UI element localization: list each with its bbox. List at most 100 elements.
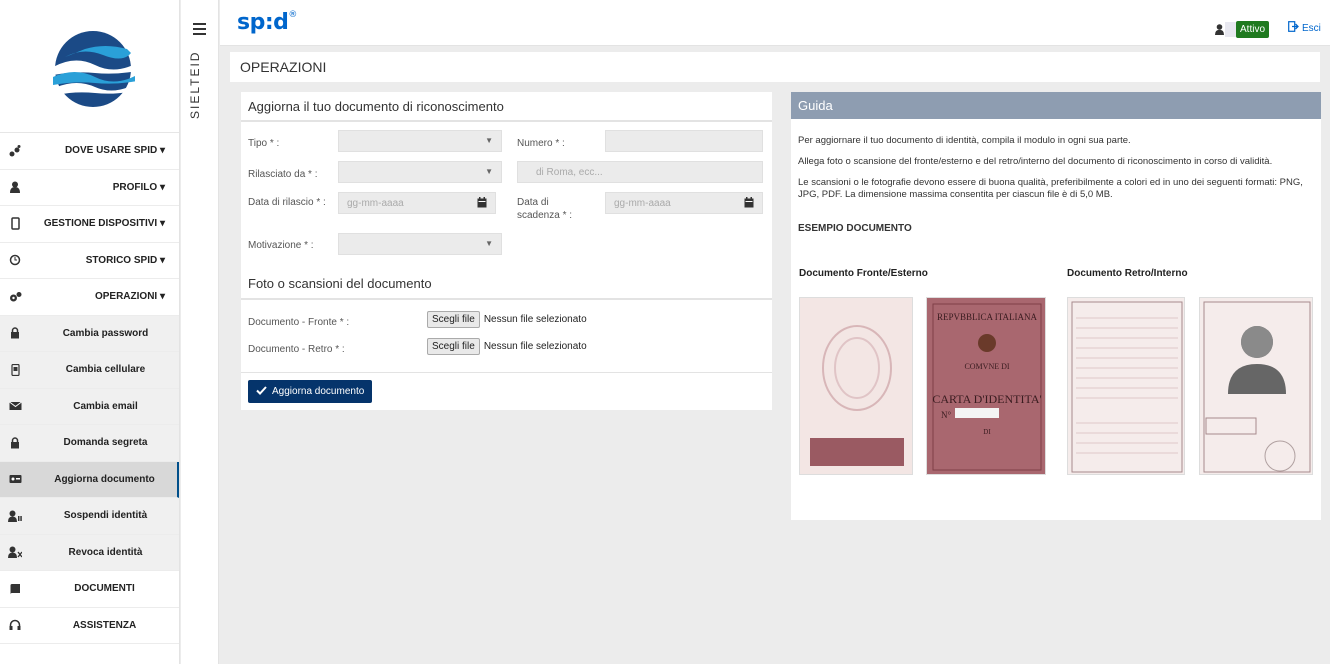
menu-storico-spid[interactable]: STORICO SPID ▾ [0, 243, 179, 279]
sielteid-label: SIELTEID [188, 50, 202, 120]
calendar-icon[interactable] [477, 197, 487, 211]
logout-label: Esci [1302, 22, 1321, 34]
retro-file-input[interactable]: Scegli file Nessun file selezionato [427, 338, 587, 355]
user-icon [1215, 24, 1224, 38]
menu-label: Cambia cellulare [65, 364, 146, 376]
mobile-icon [0, 217, 30, 230]
id-card-icon [0, 474, 30, 484]
menu-label: DOVE USARE SPID ▾ [64, 145, 165, 157]
example-back-right-image [1199, 297, 1313, 475]
menu-cambia-password[interactable]: Cambia password [0, 315, 179, 352]
menu-dove-usare-spid[interactable]: DOVE USARE SPID ▾ [0, 133, 179, 170]
headset-icon [0, 619, 30, 631]
menu-label: Aggiorna documento [54, 473, 155, 485]
gears-icon [0, 291, 30, 303]
choose-file-button[interactable]: Scegli file [427, 338, 480, 355]
example-title: ESEMPIO DOCUMENTO [798, 223, 912, 234]
main-menu: DOVE USARE SPID ▾ PROFILO ▾ GESTIONE DIS… [0, 132, 179, 644]
example-front-outer-image [799, 297, 913, 475]
caret-down-icon: ▼ [485, 136, 493, 145]
submit-label: Aggiorna documento [272, 386, 365, 397]
date-placeholder: gg-mm-aaaa [347, 197, 404, 209]
menu-documenti[interactable]: DOCUMENTI [0, 571, 179, 608]
menu-label: ASSISTENZA [72, 619, 137, 631]
card-title-text: CARTA D'IDENTITA' [932, 392, 1042, 406]
card-comune-text: COMVNE DI [964, 362, 1010, 371]
motivazione-label: Motivazione * : [248, 240, 314, 251]
rilasciato-input[interactable]: di Roma, ecc... [517, 161, 763, 183]
data-scadenza-input[interactable]: gg-mm-aaaa [605, 192, 763, 214]
aggiorna-documento-button[interactable]: Aggiorna documento [248, 380, 373, 403]
vertical-strip: SIELTEID [181, 0, 219, 664]
menu-label: Sospendi identità [63, 510, 148, 522]
spid-logo[interactable]: sp:d® [237, 10, 297, 35]
photo-section-title: Foto o scansioni del documento [241, 276, 772, 300]
guide-title: Guida [791, 92, 1321, 119]
mail-icon [0, 401, 30, 411]
user-x-icon [0, 546, 30, 559]
caret-down-icon: ▼ [485, 239, 493, 248]
menu-label: OPERAZIONI ▾ [94, 291, 165, 303]
user-icon [0, 181, 30, 194]
lock-icon [0, 327, 30, 339]
numero-label: Numero * : [517, 138, 565, 149]
example-back-left-image [1067, 297, 1185, 475]
menu-aggiorna-documento[interactable]: Aggiorna documento [0, 461, 179, 498]
data-rilascio-input[interactable]: gg-mm-aaaa [338, 192, 496, 214]
card-number-text: N° [941, 410, 952, 420]
status-badge: Attivo [1236, 21, 1270, 38]
menu-cambia-cellulare[interactable]: Cambia cellulare [0, 352, 179, 389]
menu-gestione-dispositivi[interactable]: GESTIONE DISPOSITIVI ▾ [0, 206, 179, 243]
retro-label: Documento - Retro * : [248, 344, 345, 355]
rilasciato-select[interactable]: ▼ [338, 161, 502, 183]
phone-icon [0, 363, 30, 376]
menu-revoca-identita[interactable]: Revoca identità [0, 534, 179, 571]
menu-label: Revoca identità [68, 546, 143, 558]
example-front-inner-image: REPVBBLICA ITALIANA COMVNE DI CARTA D'ID… [926, 297, 1046, 475]
menu-label: PROFILO ▾ [112, 181, 165, 193]
dots-icon [0, 144, 30, 157]
calendar-icon[interactable] [744, 197, 754, 211]
divider [241, 372, 772, 373]
rilasciato-placeholder: di Roma, ecc... [536, 166, 603, 178]
menu-label: Domanda segreta [63, 437, 148, 449]
guide-text-1: Per aggiornare il tuo documento di ident… [798, 135, 1131, 146]
choose-file-button[interactable]: Scegli file [427, 311, 480, 328]
motivazione-select[interactable]: ▼ [338, 233, 502, 255]
data-rilascio-label: Data di rilascio * : [248, 197, 326, 208]
file-status: Nessun file selezionato [483, 341, 587, 352]
card-di-text: DI [983, 428, 991, 436]
menu-profilo[interactable]: PROFILO ▾ [0, 170, 179, 206]
form-title: Aggiorna il tuo documento di riconoscime… [241, 92, 772, 122]
numero-input[interactable] [605, 130, 763, 152]
menu-label: STORICO SPID ▾ [85, 254, 165, 266]
user-pause-icon [0, 510, 30, 522]
menu-sospendi-identita[interactable]: Sospendi identità [0, 498, 179, 535]
menu-operazioni[interactable]: OPERAZIONI ▾ [0, 279, 179, 316]
tipo-select[interactable]: ▼ [338, 130, 502, 152]
guide-text-3: Le scansioni o le fotografie devono esse… [798, 177, 1303, 200]
menu-assistenza[interactable]: ASSISTENZA [0, 608, 179, 644]
hamburger-icon[interactable] [193, 23, 206, 38]
tipo-label: Tipo * : [248, 138, 280, 149]
logo [0, 0, 179, 132]
page-title: OPERAZIONI [230, 52, 1320, 82]
menu-label: DOCUMENTI [74, 583, 135, 595]
menu-cambia-email[interactable]: Cambia email [0, 388, 179, 425]
guide-text-2: Allega foto o scansione del fronte/ester… [798, 156, 1273, 167]
check-icon [256, 385, 267, 398]
app-root: DOVE USARE SPID ▾ PROFILO ▾ GESTIONE DIS… [0, 0, 1330, 664]
topbar: sp:d® Attivo Esci [220, 0, 1330, 46]
menu-domanda-segreta[interactable]: Domanda segreta [0, 425, 179, 462]
menu-label: Cambia password [62, 327, 149, 339]
back-caption: Documento Retro/Interno [1067, 268, 1188, 279]
guide-panel: Guida Per aggiornare il tuo documento di… [791, 92, 1321, 520]
sidebar: DOVE USARE SPID ▾ PROFILO ▾ GESTIONE DIS… [0, 0, 180, 664]
file-status: Nessun file selezionato [483, 314, 587, 325]
logout-link[interactable]: Esci [1288, 21, 1321, 35]
fronte-label: Documento - Fronte * : [248, 317, 350, 328]
fronte-file-input[interactable]: Scegli file Nessun file selezionato [427, 311, 587, 328]
document-form: Aggiorna il tuo documento di riconoscime… [241, 92, 772, 410]
logout-icon [1288, 21, 1299, 35]
history-icon [0, 254, 30, 266]
